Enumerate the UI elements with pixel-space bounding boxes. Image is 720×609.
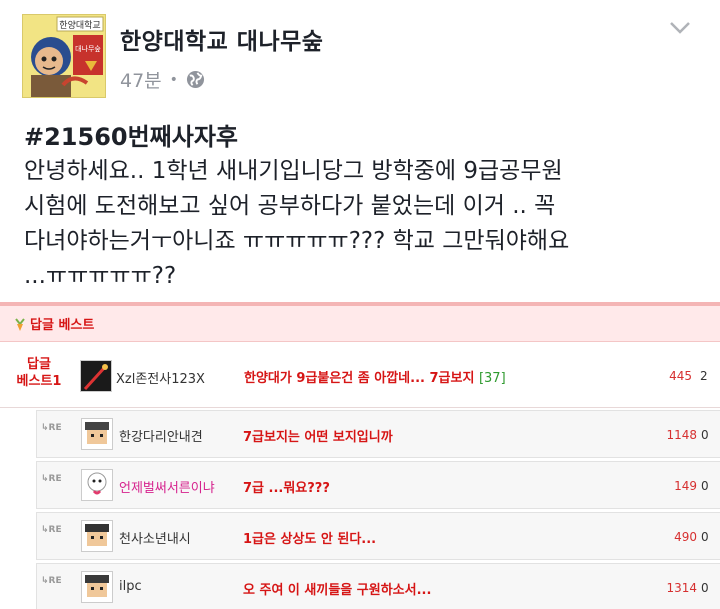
rocket-avatar-icon	[81, 361, 111, 391]
commenter-nick[interactable]: ilpc	[119, 579, 142, 594]
upvote-count: 445	[669, 369, 692, 383]
comment-text[interactable]: 7급보지는 어떤 보지입니까	[243, 426, 393, 445]
page-name[interactable]: 한양대학교 대나무숲	[120, 22, 323, 56]
pixel-face-avatar-icon	[82, 521, 112, 551]
pixel-face-avatar-icon	[82, 572, 112, 602]
comment-text[interactable]: 한양대가 9급붙은건 좀 아깝네... 7급보지 [37]	[244, 367, 506, 386]
reply-arrow-icon: ↳RE	[41, 525, 62, 535]
downvote-count: 0	[701, 581, 709, 595]
svg-text:한양대학교: 한양대학교	[59, 20, 100, 31]
carrot-icon	[15, 317, 25, 331]
upvote-count: 490	[674, 530, 697, 544]
post-body: #21560번째사자후 안녕하세요.. 1학년 새내기입니당그 방학중에 9급공…	[24, 120, 704, 294]
reply-row: ↳RE 한강다리안내견 7급보지는 어떤 보지입니까 1148 0	[36, 410, 720, 458]
downvote-count: 0	[701, 479, 709, 493]
reply-arrow-icon: ↳RE	[41, 576, 62, 586]
post-header: 한양대학교 대나무숲 한양대학교 대나무숲 47분 •	[0, 0, 720, 110]
heart-character-avatar-icon	[82, 470, 112, 500]
commenter-avatar[interactable]	[81, 571, 113, 603]
reply-arrow-icon: ↳RE	[41, 474, 62, 484]
re-label: RE	[48, 525, 62, 535]
comment-body: 한양대가 9급붙은건 좀 아깝네... 7급보지	[244, 371, 475, 386]
chevron-down-icon[interactable]	[668, 20, 692, 36]
commenter-nick[interactable]: 한강다리안내견	[119, 426, 203, 445]
commenter-avatar[interactable]	[81, 469, 113, 501]
meta-separator: •	[169, 71, 178, 88]
commenter-avatar[interactable]	[81, 520, 113, 552]
avatar-illustration: 한양대학교 대나무숲	[23, 15, 105, 97]
pixel-face-avatar-icon	[82, 419, 112, 449]
best-comments-title-bar: 답글 베스트	[0, 306, 720, 342]
downvote-count: 2	[700, 369, 708, 383]
comment-text[interactable]: 7급 ...뭐요???	[243, 477, 330, 496]
best-comment-main: 답글 베스트1 Xzl존전사123X 한양대가 9급붙은건 좀 아깝네... 7…	[0, 346, 720, 408]
upvote-count: 1314	[666, 581, 697, 595]
downvote-count: 0	[701, 530, 709, 544]
upvote-count: 1148	[666, 428, 697, 442]
commenter-nick[interactable]: 천사소년내시	[119, 528, 191, 547]
reply-count[interactable]: [37]	[479, 371, 506, 386]
best-comments-title: 답글 베스트	[30, 318, 95, 333]
post-hashtag[interactable]: #21560번째사자후	[24, 120, 704, 154]
page-avatar[interactable]: 한양대학교 대나무숲	[22, 14, 106, 98]
post-text: 안녕하세요.. 1학년 새내기입니당그 방학중에 9급공무원 시험에 도전해보고…	[24, 158, 570, 289]
commenter-nick[interactable]: 언제벌써서른이냐	[119, 477, 215, 496]
comment-text[interactable]: 오 주여 이 새끼들을 구원하소서...	[243, 579, 431, 598]
svg-text:대나무숲: 대나무숲	[75, 44, 101, 53]
best-rank-label: 답글 베스트1	[8, 356, 70, 390]
commenter-nick[interactable]: Xzl존전사123X	[116, 368, 205, 387]
downvote-count: 0	[701, 428, 709, 442]
best-rank-line1: 답글	[27, 357, 51, 372]
upvote-count: 149	[674, 479, 697, 493]
post-meta: 47분 •	[120, 66, 205, 93]
globe-icon	[186, 70, 204, 89]
reply-row: ↳RE 천사소년내시 1급은 상상도 안 된다... 490 0	[36, 512, 720, 560]
re-label: RE	[48, 474, 62, 484]
reply-arrow-icon: ↳RE	[41, 423, 62, 433]
commenter-avatar[interactable]	[81, 418, 113, 450]
best-rank-line2: 베스트1	[16, 374, 62, 389]
re-label: RE	[48, 423, 62, 433]
post-time[interactable]: 47분	[120, 66, 162, 93]
comment-text[interactable]: 1급은 상상도 안 된다...	[243, 528, 376, 547]
reply-row: ↳RE ilpc 오 주여 이 새끼들을 구원하소서... 1314 0	[36, 563, 720, 609]
re-label: RE	[48, 576, 62, 586]
commenter-avatar[interactable]	[80, 360, 112, 392]
reply-row: ↳RE 언제벌써서른이냐 7급 ...뭐요??? 149 0	[36, 461, 720, 509]
best-comments-panel: 답글 베스트 답글 베스트1 Xzl존전사123X 한양대가 9급붙은건 좀 아…	[0, 302, 720, 609]
